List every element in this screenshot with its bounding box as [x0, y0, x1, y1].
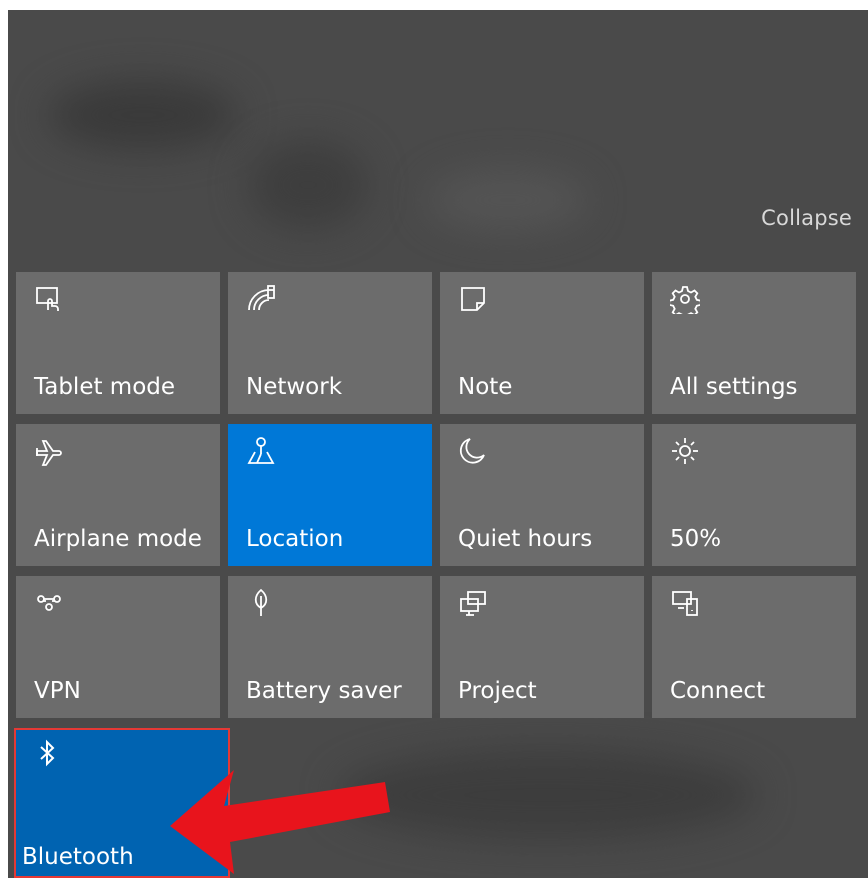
collapse-button[interactable]: Collapse — [761, 206, 852, 230]
tile-location[interactable]: Location — [228, 424, 432, 566]
tile-all-settings[interactable]: All settings — [652, 272, 856, 414]
gear-icon — [670, 284, 700, 314]
bluetooth-icon — [32, 738, 62, 768]
tile-connect[interactable]: Connect — [652, 576, 856, 718]
tile-quiet-hours[interactable]: Quiet hours — [440, 424, 644, 566]
tile-vpn[interactable]: VPN — [16, 576, 220, 718]
location-icon — [246, 436, 276, 466]
tile-label: Quiet hours — [458, 526, 593, 552]
tile-label: All settings — [670, 374, 798, 400]
tile-label: Connect — [670, 678, 766, 704]
battery-saver-icon — [246, 588, 276, 618]
tile-label: Note — [458, 374, 513, 400]
tile-label: Bluetooth — [22, 844, 134, 870]
red-arrow-annotation — [170, 770, 390, 874]
connect-icon — [670, 588, 700, 618]
tile-label: Project — [458, 678, 537, 704]
project-icon — [458, 588, 488, 618]
note-icon — [458, 284, 488, 314]
tile-network[interactable]: Network — [228, 272, 432, 414]
airplane-icon — [34, 436, 64, 466]
tile-note[interactable]: Note — [440, 272, 644, 414]
tile-label: Battery saver — [246, 678, 402, 704]
moon-icon — [458, 436, 488, 466]
tile-brightness[interactable]: 50% — [652, 424, 856, 566]
screen: Collapse Tablet mode Network Note All se… — [0, 0, 868, 878]
action-center: Collapse Tablet mode Network Note All se… — [8, 10, 868, 878]
tile-label: Airplane mode — [34, 526, 202, 552]
tile-tablet-mode[interactable]: Tablet mode — [16, 272, 220, 414]
brightness-icon — [670, 436, 700, 466]
tile-label: VPN — [34, 678, 81, 704]
tile-airplane-mode[interactable]: Airplane mode — [16, 424, 220, 566]
tile-battery-saver[interactable]: Battery saver — [228, 576, 432, 718]
vpn-icon — [34, 588, 64, 618]
network-icon — [246, 284, 276, 314]
tile-label: Network — [246, 374, 343, 400]
tablet-mode-icon — [34, 284, 64, 314]
tile-label: 50% — [670, 526, 722, 552]
tile-project[interactable]: Project — [440, 576, 644, 718]
tile-label: Location — [246, 526, 344, 552]
tile-label: Tablet mode — [34, 374, 176, 400]
